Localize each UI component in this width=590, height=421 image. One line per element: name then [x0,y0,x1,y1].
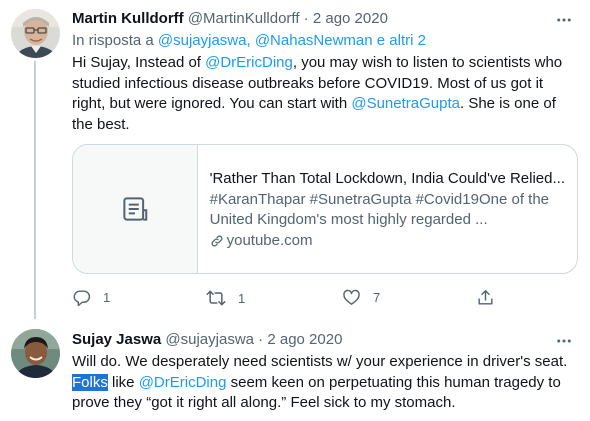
replying-to-label: In risposta a [72,32,158,49]
document-icon [123,197,148,221]
tweet-header: Martin Kulldorff @MartinKulldorff · 2 ag… [72,9,388,29]
thread-connector-line [34,61,36,319]
tweet-thread: Martin Kulldorff @MartinKulldorff · 2 ag… [0,0,590,421]
reply-comma: , [246,32,255,49]
mention-link[interactable]: @DrEricDing [205,54,293,71]
user-handle[interactable]: @sujayjaswa [165,331,254,348]
avatar-sujay-jaswa[interactable] [11,329,60,378]
more-options-icon[interactable] [554,331,574,351]
tweet-text-segment: Will do. We desperately need scientists … [72,353,568,370]
card-body: 'Rather Than Total Lockdown, India Could… [198,145,577,273]
retweet-icon [206,290,226,306]
tweet-text: Hi Sujay, Instead of @DrEricDing, you ma… [72,53,580,135]
replying-to: In risposta a @sujayjaswa, @NahasNewman … [72,31,426,51]
display-name[interactable]: Martin Kulldorff [72,10,184,27]
selected-text: Folks [72,373,108,391]
separator: · [254,331,268,348]
retweet-button[interactable]: 1 [206,288,245,308]
mention-link[interactable]: @DrEricDing [139,374,227,391]
display-name[interactable]: Sujay Jaswa [72,331,161,348]
tweet-text-segment: like [107,373,139,391]
user-handle[interactable]: @MartinKulldorff [188,10,300,27]
reply-button[interactable]: 1 [72,288,110,307]
separator: · [299,10,313,27]
card-title: 'Rather Than Total Lockdown, India Could… [209,170,565,187]
tweet-date[interactable]: 2 ago 2020 [267,331,342,348]
more-options-icon[interactable] [554,10,574,30]
reply-icon [73,290,91,307]
avatar-martin-kulldorff[interactable] [11,9,60,58]
card-thumbnail [73,145,198,273]
like-button[interactable]: 7 [342,288,380,307]
mention-link[interactable]: @NahasNewman [255,32,373,49]
others-link[interactable]: e altri 2 [373,32,426,49]
reply-count: 1 [103,290,111,305]
mention-link[interactable]: @sujayjaswa [158,32,247,49]
like-count: 7 [373,290,381,305]
link-preview-card[interactable]: 'Rather Than Total Lockdown, India Could… [72,144,578,274]
share-icon [478,290,493,305]
card-description: #KaranThapar #SunetraGupta #Covid19One o… [209,190,550,229]
link-icon [211,235,223,247]
tweet-actions: 1 1 7 [72,288,532,308]
heart-icon [343,289,360,305]
tweet-text-segment: Hi Sujay, Instead of [72,54,206,71]
tweet-header: Sujay Jaswa @sujayjaswa · 2 ago 2020 [72,330,342,350]
retweet-count: 1 [238,290,246,306]
tweet-date[interactable]: 2 ago 2020 [313,10,388,27]
share-button[interactable] [476,288,495,307]
tweet-text: Will do. We desperately need scientists … [72,352,580,414]
mention-link[interactable]: @SunetraGupta [351,95,460,112]
card-domain: youtube.com [210,231,565,252]
card-domain-text: youtube.com [226,231,313,249]
